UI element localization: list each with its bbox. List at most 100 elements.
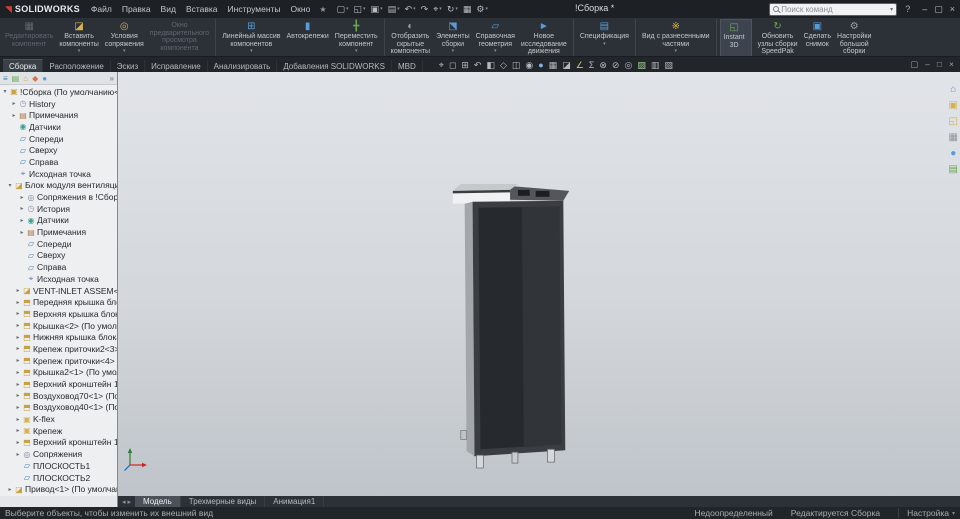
hole-alignment-icon[interactable]: ◎ — [624, 60, 632, 70]
resources-icon[interactable]: ⌂ — [950, 84, 956, 95]
menu-item[interactable]: Вид — [156, 2, 181, 16]
tree-item[interactable]: ▾ ▣ !Сборка (По умолчанию<По ум — [0, 86, 117, 98]
rebuild-icon[interactable]: ↻ ▾ — [445, 3, 460, 15]
redo-icon[interactable]: ↷ — [419, 3, 431, 15]
expand-arrow-icon[interactable]: ▸ — [14, 369, 22, 376]
expand-arrow-icon[interactable]: ▸ — [18, 229, 26, 236]
undo-icon[interactable]: ↶ ▾ — [403, 3, 418, 15]
options-gear-icon[interactable]: ⚙ ▾ — [474, 3, 490, 15]
expand-arrow-icon[interactable]: ▾ — [6, 182, 14, 189]
view-tab[interactable]: Анимация1 — [265, 496, 325, 507]
tree-item[interactable]: ▸ ▤ Примечания — [0, 109, 117, 121]
insert-components-button[interactable]: ◪ Вставить компоненты ▾ — [56, 19, 101, 56]
command-tab[interactable]: Сборка — [3, 59, 44, 72]
custom-properties-icon[interactable]: ▤ — [949, 164, 958, 175]
3d-model-ventilation-cabinet[interactable] — [452, 182, 572, 470]
take-snapshot-button[interactable]: ▣ Сделать снимок — [801, 19, 834, 56]
instant-3d-button[interactable]: ◱ Instant 3D — [719, 19, 752, 56]
tree-item[interactable]: ▸ ◪ VENT-INLET ASSEM<4> (П... — [0, 285, 117, 297]
menu-item[interactable]: Инструменты — [223, 2, 286, 16]
tree-item[interactable]: ▸ ◷ История — [0, 203, 117, 215]
hide-show-items-icon[interactable]: ◉ — [525, 60, 533, 70]
select-arrow-icon[interactable]: ⌖ — [439, 60, 444, 70]
file-explorer-icon[interactable]: ◱ — [949, 116, 958, 127]
restore-button[interactable]: ▢ — [934, 2, 943, 16]
interference-detection-icon[interactable]: ⊗ — [599, 60, 607, 70]
expand-arrow-icon[interactable]: ▸ — [14, 322, 22, 329]
large-assembly-settings-button[interactable]: ⚙ Настройки большой сборки — [834, 19, 874, 56]
tree-item[interactable]: ▱ Справа — [0, 156, 117, 168]
display-style-icon[interactable]: ◫ — [512, 60, 521, 70]
favorites-icon[interactable]: ★ — [315, 5, 330, 14]
expand-arrow-icon[interactable]: ▸ — [14, 345, 22, 352]
open-icon[interactable]: ◱ ▾ — [352, 3, 368, 15]
expand-arrow-icon[interactable]: ▸ — [18, 217, 26, 224]
view-tab[interactable]: Модель — [135, 496, 181, 507]
reference-geometry-button[interactable]: ▱ Справочная геометрия ▾ — [473, 19, 518, 56]
tree-item[interactable]: ▱ ПЛОСКОСТЬ2 — [0, 472, 117, 484]
tree-item[interactable]: ⌖ Исходная точка — [0, 273, 117, 285]
command-search[interactable]: ▾ — [769, 2, 898, 16]
tree-item[interactable]: ▸ ⬒ Верхний кронштейн 1<1... — [0, 378, 117, 390]
new-document-icon[interactable]: ▢ ▾ — [334, 3, 350, 15]
configurationmanager-tab[interactable]: ⌂ — [23, 74, 28, 83]
expand-arrow-icon[interactable]: ▸ — [14, 299, 22, 306]
expand-arrow-icon[interactable]: ▾ — [1, 88, 9, 95]
tree-item[interactable]: ▸ ◎ Сопряжения в !Сборка — [0, 191, 117, 203]
tree-item[interactable]: ▱ ПЛОСКОСТЬ1 — [0, 460, 117, 472]
mate-button[interactable]: ◎ Условия сопряжения ▾ — [102, 19, 147, 56]
mass-properties-icon[interactable]: Σ — [589, 60, 595, 70]
update-speedpak-button[interactable]: ↻ Обновить узлы сборки SpeedPak — [755, 19, 801, 56]
section-view-icon[interactable]: ◧ — [486, 60, 495, 70]
view-settings-icon[interactable]: ◪ — [562, 60, 571, 70]
linear-component-pattern-button[interactable]: ⊞ Линейный массив компонентов ▾ — [219, 19, 283, 56]
command-tab[interactable]: Добавления SOLIDWORKS — [277, 60, 392, 72]
tree-item[interactable]: ▾ ◪ Блок модуля вентиляции<1> — [0, 180, 117, 192]
move-component-button[interactable]: ╋ Переместить компонент ▾ — [332, 19, 385, 56]
expand-arrow-icon[interactable]: ▸ — [14, 310, 22, 317]
exploded-view-button[interactable]: ※ Вид с разнесенными частями ▾ — [639, 19, 717, 56]
assembly-features-button[interactable]: ⬔ Элементы сборки ▾ — [433, 19, 473, 56]
expand-arrow-icon[interactable]: ▸ — [14, 404, 22, 411]
tree-item[interactable]: ▸ ⬒ Воздуховод70<1> (По ум... — [0, 390, 117, 402]
menu-item[interactable]: Файл — [86, 2, 117, 16]
save-icon[interactable]: ▣ ▾ — [369, 3, 385, 15]
previous-view-icon[interactable]: ↶ — [474, 60, 482, 70]
command-tab[interactable]: MBD — [392, 60, 423, 72]
doc-restore-icon[interactable]: ▢ — [910, 59, 918, 70]
minimize-button[interactable]: – — [922, 2, 927, 16]
propertymanager-tab[interactable]: ▤ — [12, 74, 20, 83]
tree-item[interactable]: ▱ Спереди — [0, 133, 117, 145]
scroll-left-icon[interactable]: ◂ — [122, 498, 126, 506]
view-tab[interactable]: Трехмерные виды — [181, 496, 266, 507]
tree-item[interactable]: ▸ ▣ K-flex — [0, 413, 117, 425]
expand-arrow-icon[interactable]: ▸ — [14, 416, 22, 423]
smart-fasteners-button[interactable]: ▮ Автокрепежи — [283, 19, 331, 56]
expand-arrow-icon[interactable]: ▸ — [18, 205, 26, 212]
clearance-verification-icon[interactable]: ⊘ — [612, 60, 620, 70]
command-tab[interactable]: Исправление — [145, 60, 208, 72]
featuremanager-tab[interactable]: ≡ — [3, 74, 8, 83]
expand-arrow-icon[interactable]: ▸ — [10, 112, 18, 119]
menu-item[interactable]: Вставка — [181, 2, 223, 16]
edit-appearance-icon[interactable]: ● — [538, 60, 543, 70]
displaymanager-tab[interactable]: ● — [42, 74, 47, 83]
appearances-icon[interactable]: ● — [950, 148, 956, 159]
show-hidden-components-button[interactable]: ◐ Отобразить скрытые компоненты — [388, 19, 433, 56]
expand-arrow-icon[interactable]: ▸ — [14, 381, 22, 388]
command-tab[interactable]: Расположение — [43, 60, 111, 72]
tree-item[interactable]: ▸ ⬒ Верхний кронштейн 1<2... — [0, 437, 117, 449]
tree-item[interactable]: ▸ ⬒ Воздуховод40<1> (По ум... — [0, 402, 117, 414]
panel-expander-icon[interactable]: » — [110, 74, 114, 83]
tree-item[interactable]: ▸ ◎ Сопряжения — [0, 448, 117, 460]
doc-minimize-icon[interactable]: – — [925, 59, 930, 70]
view-palette-icon[interactable]: ▦ — [949, 132, 958, 143]
scroll-right-icon[interactable]: ▸ — [128, 498, 132, 506]
expand-arrow-icon[interactable]: ▸ — [6, 486, 14, 493]
expand-arrow-icon[interactable]: ▸ — [14, 392, 22, 399]
search-input[interactable] — [781, 4, 889, 14]
search-dropdown-icon[interactable]: ▾ — [890, 6, 893, 13]
tree-item[interactable]: ▸ ⬒ Нижняя крышка блока<... — [0, 331, 117, 343]
measure-icon[interactable]: ∠ — [576, 60, 584, 70]
tree-item[interactable]: ▸ ⬒ Крышка2<1> (По умолч... — [0, 367, 117, 379]
